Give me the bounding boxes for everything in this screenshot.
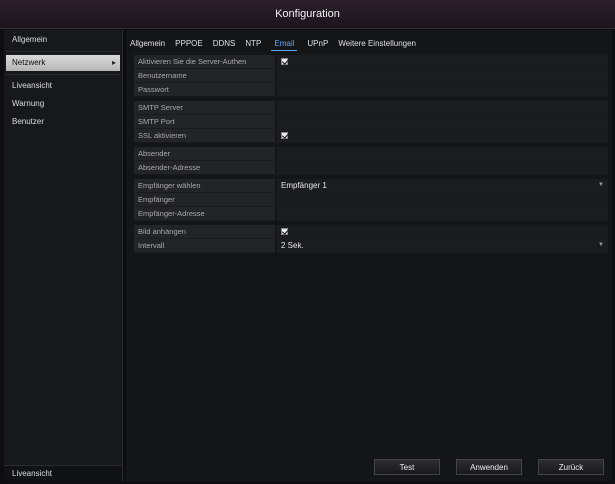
sender-field[interactable] bbox=[277, 147, 608, 160]
password-field[interactable] bbox=[277, 83, 608, 96]
divider bbox=[6, 74, 120, 75]
recipient-address-label: Empfänger-Adresse bbox=[134, 207, 275, 220]
sender-address-field[interactable] bbox=[277, 161, 608, 174]
password-label: Passwort bbox=[134, 83, 275, 96]
sidebar-item-benutzer[interactable]: Benutzer bbox=[6, 114, 120, 130]
main-panel: Allgemein PPPOE DDNS NTP Email UPnP Weit… bbox=[126, 30, 612, 481]
sidebar: Allgemein Netzwerk ▸ Liveansicht Warnung… bbox=[4, 30, 123, 481]
ssl-cell bbox=[277, 129, 608, 142]
ssl-checkbox[interactable] bbox=[281, 132, 288, 139]
interval-value: 2 Sek. bbox=[281, 241, 304, 250]
test-button[interactable]: Test bbox=[374, 459, 440, 475]
tab-allgemein[interactable]: Allgemein bbox=[130, 39, 165, 51]
sidebar-item-netzwerk[interactable]: Netzwerk ▸ bbox=[6, 55, 120, 71]
select-recipient-label: Empfänger wählen bbox=[134, 179, 275, 192]
server-auth-cell bbox=[277, 55, 608, 68]
tab-pppoe[interactable]: PPPOE bbox=[175, 39, 203, 51]
smtp-server-field[interactable] bbox=[277, 101, 608, 114]
form-row-sender: Absender bbox=[134, 147, 608, 161]
ssl-label: SSL aktivieren bbox=[134, 129, 275, 142]
form-row-smtp-port: SMTP Port bbox=[134, 115, 608, 129]
form-row-password: Passwort bbox=[134, 83, 608, 97]
window-title: Konfiguration bbox=[0, 0, 615, 29]
form-row-recipient: Empfänger bbox=[134, 193, 608, 207]
recipient-label: Empfänger bbox=[134, 193, 275, 206]
email-settings-form: Aktivieren Sie die Server-Authen Benutze… bbox=[134, 55, 608, 253]
form-row-server-auth: Aktivieren Sie die Server-Authen bbox=[134, 55, 608, 69]
sidebar-item-liveansicht[interactable]: Liveansicht bbox=[6, 78, 120, 94]
tab-ntp[interactable]: NTP bbox=[245, 39, 261, 51]
divider bbox=[6, 51, 120, 52]
chevron-right-icon: ▸ bbox=[111, 58, 116, 67]
form-row-sender-address: Absender-Adresse bbox=[134, 161, 608, 175]
form-row-recipient-address: Empfänger-Adresse bbox=[134, 207, 608, 221]
tab-upnp[interactable]: UPnP bbox=[307, 39, 328, 51]
smtp-port-field[interactable] bbox=[277, 115, 608, 128]
smtp-port-label: SMTP Port bbox=[134, 115, 275, 128]
smtp-server-label: SMTP Server bbox=[134, 101, 275, 114]
form-row-select-recipient: Empfänger wählen Empfänger 1 ▼ bbox=[134, 179, 608, 193]
username-label: Benutzername bbox=[134, 69, 275, 82]
sidebar-item-label: Liveansicht bbox=[12, 81, 53, 90]
interval-label: Intervall bbox=[134, 239, 275, 252]
form-row-interval: Intervall 2 Sek. ▼ bbox=[134, 239, 608, 253]
attach-image-cell bbox=[277, 225, 608, 238]
username-field[interactable] bbox=[277, 69, 608, 82]
server-auth-label: Aktivieren Sie die Server-Authen bbox=[134, 55, 275, 68]
tab-bar: Allgemein PPPOE DDNS NTP Email UPnP Weit… bbox=[130, 39, 416, 51]
apply-button[interactable]: Anwenden bbox=[456, 459, 522, 475]
sender-address-label: Absender-Adresse bbox=[134, 161, 275, 174]
select-recipient-value: Empfänger 1 bbox=[281, 181, 327, 190]
attach-image-label: Bild anhängen bbox=[134, 225, 275, 238]
select-recipient-dropdown[interactable]: Empfänger 1 ▼ bbox=[277, 179, 608, 192]
sender-label: Absender bbox=[134, 147, 275, 160]
tab-email[interactable]: Email bbox=[271, 39, 298, 51]
sidebar-item-label: Allgemein bbox=[12, 35, 48, 44]
form-row-ssl: SSL aktivieren bbox=[134, 129, 608, 143]
sidebar-item-label: Netzwerk bbox=[12, 58, 46, 67]
sidebar-item-allgemein[interactable]: Allgemein bbox=[6, 32, 120, 48]
attach-image-checkbox[interactable] bbox=[281, 228, 288, 235]
chevron-down-icon: ▼ bbox=[598, 182, 604, 188]
sidebar-item-label: Warnung bbox=[12, 99, 45, 108]
sidebar-item-label: Benutzer bbox=[12, 117, 45, 126]
server-auth-checkbox[interactable] bbox=[281, 58, 288, 65]
form-row-attach-image: Bild anhängen bbox=[134, 225, 608, 239]
interval-dropdown[interactable]: 2 Sek. ▼ bbox=[277, 239, 608, 252]
liveview-button[interactable]: Liveansicht bbox=[4, 465, 122, 481]
form-row-smtp-server: SMTP Server bbox=[134, 101, 608, 115]
sidebar-item-warnung[interactable]: Warnung bbox=[6, 96, 120, 112]
back-button[interactable]: Zurück bbox=[538, 459, 604, 475]
chevron-down-icon: ▼ bbox=[598, 242, 604, 248]
tab-ddns[interactable]: DDNS bbox=[213, 39, 236, 51]
form-row-username: Benutzername bbox=[134, 69, 608, 83]
tab-weitere-einstellungen[interactable]: Weitere Einstellungen bbox=[338, 39, 416, 51]
recipient-address-field[interactable] bbox=[277, 207, 608, 220]
recipient-field[interactable] bbox=[277, 193, 608, 206]
